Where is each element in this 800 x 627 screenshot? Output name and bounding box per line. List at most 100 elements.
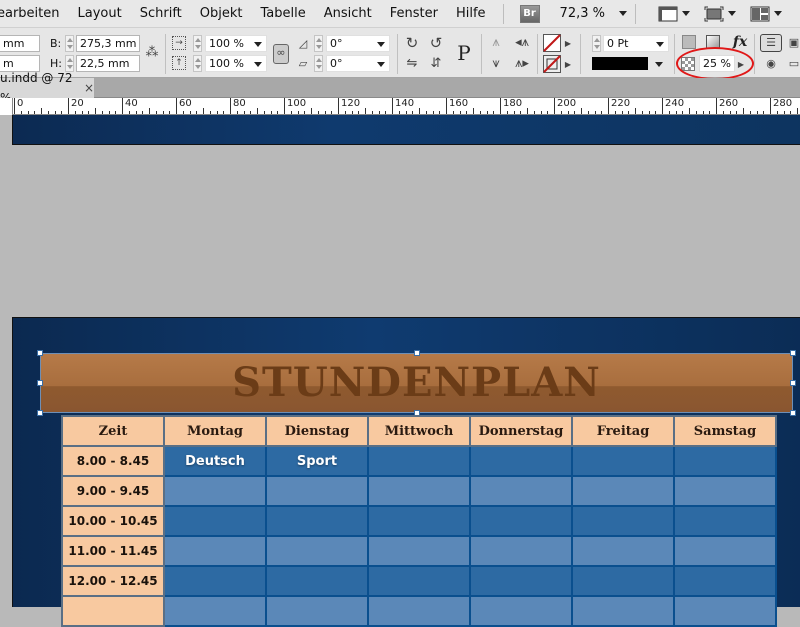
menu-layout[interactable]: Layout xyxy=(69,6,131,21)
lesson-cell[interactable] xyxy=(571,475,675,507)
rotate-counterclockwise-icon[interactable]: ↺ xyxy=(428,35,444,51)
lesson-cell[interactable] xyxy=(163,535,267,567)
width-stepper[interactable] xyxy=(65,35,74,52)
lesson-cell[interactable] xyxy=(367,475,471,507)
fill-menu-arrow-icon[interactable]: ▶ xyxy=(564,36,572,52)
lesson-cell[interactable] xyxy=(571,595,675,627)
lesson-cell[interactable] xyxy=(673,565,777,597)
header-dienstag[interactable]: Dienstag xyxy=(265,415,369,447)
menu-tabelle[interactable]: Tabelle xyxy=(252,6,315,21)
menu-schrift[interactable]: Schrift xyxy=(131,6,191,21)
wrap-object-shape-icon[interactable]: ◉ xyxy=(763,56,779,72)
document-tab[interactable]: u.indd @ 72 % × xyxy=(0,71,94,105)
zoom-level-select[interactable]: 72,3 % xyxy=(560,6,627,21)
menu-hilfe[interactable]: Hilfe xyxy=(447,6,495,21)
horizontal-ruler[interactable]: 0 20 40 60 80 100 120 140 160 180 200 220 240 260 280 xyxy=(0,98,800,115)
rotation-field[interactable]: 0° xyxy=(326,35,390,52)
close-icon[interactable]: × xyxy=(84,78,94,98)
lesson-cell[interactable] xyxy=(367,595,471,627)
select-next-object-icon[interactable]: ⩚▸ xyxy=(512,56,532,72)
lesson-cell[interactable] xyxy=(673,475,777,507)
drop-shadow-icon[interactable] xyxy=(682,35,696,49)
lesson-cell[interactable] xyxy=(265,475,369,507)
lesson-cell[interactable] xyxy=(469,595,573,627)
link-scale-icon[interactable]: ∞ xyxy=(273,44,289,64)
stroke-none-icon[interactable] xyxy=(543,55,561,73)
lesson-cell[interactable] xyxy=(469,535,573,567)
select-previous-object-icon[interactable]: ◂⩚ xyxy=(512,35,532,51)
lesson-cell[interactable] xyxy=(265,595,369,627)
lesson-cell[interactable] xyxy=(265,535,369,567)
time-slot-cell[interactable]: 12.00 - 12.45 xyxy=(61,565,165,597)
selection-handle[interactable] xyxy=(790,350,796,356)
menu-ansicht[interactable]: Ansicht xyxy=(315,6,381,21)
lesson-cell[interactable] xyxy=(571,505,675,537)
selection-handle[interactable] xyxy=(790,380,796,386)
lesson-cell[interactable]: Sport xyxy=(265,445,369,477)
select-container-icon[interactable]: ⩚ xyxy=(488,35,504,51)
menu-bearbeiten[interactable]: earbeiten xyxy=(0,6,69,21)
stroke-type-swatch[interactable] xyxy=(592,57,648,70)
header-donnerstag[interactable]: Donnerstag xyxy=(469,415,573,447)
flip-vertical-icon[interactable]: ⇵ xyxy=(428,56,444,72)
lesson-cell[interactable] xyxy=(163,565,267,597)
lesson-cell[interactable] xyxy=(367,505,471,537)
selection-handle[interactable] xyxy=(37,380,43,386)
lesson-cell[interactable] xyxy=(367,535,471,567)
lesson-cell[interactable] xyxy=(571,535,675,567)
time-slot-cell[interactable] xyxy=(61,595,165,627)
menu-objekt[interactable]: Objekt xyxy=(191,6,252,21)
shear-stepper[interactable] xyxy=(314,55,323,72)
fill-none-icon[interactable] xyxy=(543,34,561,52)
time-slot-cell[interactable]: 9.00 - 9.45 xyxy=(61,475,165,507)
stroke-weight-stepper[interactable] xyxy=(592,35,601,52)
menu-fenster[interactable]: Fenster xyxy=(381,6,447,21)
rotation-stepper[interactable] xyxy=(314,35,323,52)
scale-x-field[interactable]: 100 % xyxy=(205,35,267,52)
shear-field[interactable]: 0° xyxy=(326,55,390,72)
lesson-cell[interactable] xyxy=(469,445,573,477)
constrain-proportions-icon[interactable]: ⁂ xyxy=(145,45,159,61)
lesson-cell[interactable] xyxy=(571,445,675,477)
effects-fx-icon[interactable]: fx xyxy=(730,34,750,50)
lesson-cell[interactable] xyxy=(673,595,777,627)
selection-handle[interactable] xyxy=(414,350,420,356)
wrap-bounding-box-icon[interactable]: ▣ xyxy=(788,35,800,51)
lesson-cell[interactable]: Deutsch xyxy=(163,445,267,477)
lesson-cell[interactable] xyxy=(469,505,573,537)
lesson-cell[interactable] xyxy=(673,505,777,537)
header-mittwoch[interactable]: Mittwoch xyxy=(367,415,471,447)
header-montag[interactable]: Montag xyxy=(163,415,267,447)
screen-mode-button[interactable] xyxy=(704,6,736,22)
lesson-cell[interactable] xyxy=(163,475,267,507)
selection-handle[interactable] xyxy=(790,410,796,416)
lesson-cell[interactable] xyxy=(163,505,267,537)
scale-y-stepper[interactable] xyxy=(193,55,202,72)
rotate-clockwise-icon[interactable]: ↻ xyxy=(404,35,420,51)
lesson-cell[interactable] xyxy=(367,565,471,597)
wrap-jump-object-icon[interactable]: ▭ xyxy=(788,56,800,72)
width-field[interactable]: 275,3 mm xyxy=(76,35,140,52)
header-zeit[interactable]: Zeit xyxy=(61,415,165,447)
lesson-cell[interactable] xyxy=(673,535,777,567)
selection-handle[interactable] xyxy=(37,350,43,356)
scale-y-field[interactable]: 100 % xyxy=(205,55,267,72)
lesson-cell[interactable] xyxy=(163,595,267,627)
lesson-cell[interactable] xyxy=(367,445,471,477)
time-slot-cell[interactable]: 8.00 - 8.45 xyxy=(61,445,165,477)
lesson-cell[interactable] xyxy=(265,565,369,597)
flip-horizontal-icon[interactable]: ⇋ xyxy=(404,56,420,72)
lesson-cell[interactable] xyxy=(571,565,675,597)
time-slot-cell[interactable]: 10.00 - 10.45 xyxy=(61,505,165,537)
stroke-weight-field[interactable]: 0 Pt xyxy=(603,35,669,52)
lesson-cell[interactable] xyxy=(469,565,573,597)
bridge-button[interactable]: Br xyxy=(519,4,540,23)
title-banner-frame[interactable]: STUNDENPLAN xyxy=(40,353,793,413)
height-field[interactable]: 22,5 mm xyxy=(76,55,140,72)
wrap-none-icon[interactable]: ☰ xyxy=(760,34,782,52)
header-samstag[interactable]: Samstag xyxy=(673,415,777,447)
header-freitag[interactable]: Freitag xyxy=(571,415,675,447)
scale-x-stepper[interactable] xyxy=(193,35,202,52)
x-position-field[interactable]: mm xyxy=(0,35,40,52)
lesson-cell[interactable] xyxy=(469,475,573,507)
